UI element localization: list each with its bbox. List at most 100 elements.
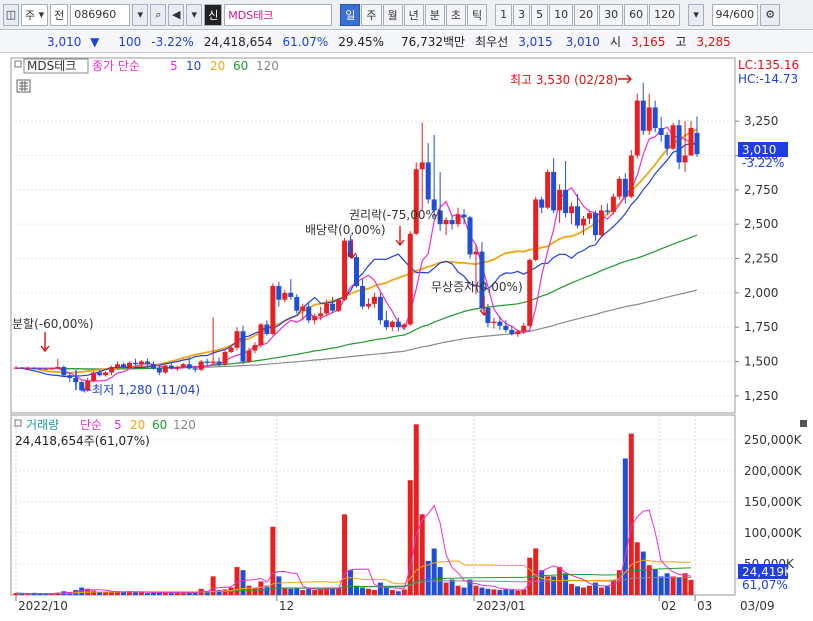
candle-body [270, 285, 276, 335]
volume-bar [443, 582, 449, 595]
date-label: 2022/10 [18, 599, 68, 613]
toolbar: ◫ 주 ▾ 전 086960 ▾ ⌕ ◀ ▾ 신 MDS테크 일주월년분초틱 1… [0, 0, 813, 30]
volume-bar [533, 548, 539, 595]
minute-tab[interactable]: 30 [599, 3, 624, 26]
candle-body [598, 210, 604, 236]
volume-bar [586, 585, 592, 595]
candle-body [37, 368, 43, 370]
candle-body [276, 285, 282, 300]
volume-bar [431, 548, 437, 595]
volume-toggle-icon[interactable] [14, 419, 22, 427]
candle-body [13, 367, 19, 369]
candle-body [156, 368, 162, 373]
volume-bar [222, 589, 228, 595]
volume-bar [258, 581, 264, 595]
volume-bar [539, 570, 545, 595]
settings-icon[interactable]: ⚙ [760, 3, 781, 26]
candle-body [383, 320, 389, 328]
candle-body [264, 324, 270, 335]
open-label: 시 [609, 35, 621, 49]
search-icon[interactable]: ⌕ [150, 3, 167, 26]
candle-body [31, 368, 37, 370]
candle-body [252, 345, 258, 351]
minute-tab[interactable]: 5 [531, 3, 549, 26]
period-tab[interactable]: 틱 [467, 3, 488, 26]
high-value: 3,285 [696, 34, 731, 49]
sin-button[interactable]: 신 [204, 3, 223, 26]
amount-value: 76,732백만 [401, 35, 466, 49]
volume-bar [359, 587, 365, 595]
candle-body [389, 321, 395, 328]
candle-body [521, 325, 527, 332]
volume-bar [652, 568, 658, 595]
hc-label: HC:-14.73 [738, 72, 798, 86]
dividend-annotation: 배당락(0,00%) [305, 223, 386, 237]
candle-body [306, 306, 312, 321]
vol-ma60-legend: 60 [152, 418, 167, 432]
split-annotation: 분할(-60,00%) [12, 317, 94, 331]
candle-body [533, 199, 539, 260]
candle-body [563, 189, 569, 214]
price-tick-label: 1,500 [744, 355, 778, 369]
stock-chart[interactable]: 1,2501,5001,7502,0002,2502,5002,7503,000… [0, 54, 813, 621]
high-annotation: 최고 3,530 (02/28) [510, 73, 618, 87]
candle-body [473, 251, 479, 255]
maximize-icon[interactable] [800, 420, 807, 427]
kind-select[interactable]: 주 ▾ [21, 3, 49, 26]
volume-text: 24,418,654주(61,07%) [15, 434, 150, 448]
volume-bar [569, 583, 575, 595]
speaker-icon[interactable]: ◀ [168, 3, 185, 26]
panel-toggle-icon[interactable] [14, 60, 22, 68]
candle-body [610, 196, 616, 212]
current-volume: 24,419K [742, 565, 793, 579]
volume-bar [144, 593, 150, 595]
volume-bar [132, 592, 138, 595]
candle-body [258, 324, 264, 346]
price-tick-label: 3,250 [744, 114, 778, 128]
period-tab[interactable]: 초 [445, 3, 467, 26]
stock-name-field[interactable]: MDS테크 [224, 3, 333, 26]
minute-dropdown-icon[interactable]: ▾ [688, 3, 705, 26]
volume-bar [240, 570, 246, 595]
candle-body [186, 364, 192, 369]
minute-tabs: 1 3 5 10 20 30 60 120 [495, 3, 681, 26]
candle-body [324, 303, 330, 314]
volume-bar [640, 551, 646, 595]
volume-bar [485, 588, 491, 595]
period-tab[interactable]: 년 [403, 3, 424, 26]
candle-body [204, 361, 210, 363]
turnover-value: 29.45% [338, 34, 385, 49]
volume-bar [461, 587, 467, 595]
candle-body [586, 213, 592, 219]
volume-bar [551, 576, 557, 595]
minute-tab[interactable]: 20 [574, 3, 599, 26]
volume-bar [389, 590, 395, 595]
chevron-down-icon[interactable]: ▾ [186, 3, 203, 26]
vol-ma5-legend: 5 [114, 418, 122, 432]
volume-bar [604, 586, 610, 595]
window-menu-icon[interactable]: ◫ [3, 3, 19, 26]
minute-tab[interactable]: 1 [495, 3, 513, 26]
period-tab[interactable]: 일 [340, 3, 361, 26]
candle-body [359, 285, 365, 307]
price-value: 3,010 ▼ [0, 35, 104, 49]
stock-code-input[interactable]: 086960 [70, 3, 131, 26]
minute-tab[interactable]: 60 [624, 3, 649, 26]
candle-body [282, 292, 288, 300]
minute-tab[interactable]: 10 [549, 3, 574, 26]
period-tab[interactable]: 분 [424, 3, 445, 26]
period-tab[interactable]: 월 [382, 3, 403, 26]
jeon-button[interactable]: 전 [50, 3, 69, 26]
candle-body [467, 217, 473, 255]
volume-bar [491, 589, 497, 595]
volume-bar [276, 576, 282, 595]
minute-tab[interactable]: 3 [513, 3, 531, 26]
bar-count-input[interactable]: 94/600 [712, 3, 759, 26]
candle-body [652, 107, 658, 129]
code-dropdown-icon[interactable]: ▾ [132, 3, 149, 26]
date-label: 03 [697, 599, 712, 613]
candle-body [664, 134, 670, 149]
period-tab[interactable]: 주 [361, 3, 382, 26]
minute-tab[interactable]: 120 [649, 3, 681, 26]
volume-bar [503, 589, 509, 595]
